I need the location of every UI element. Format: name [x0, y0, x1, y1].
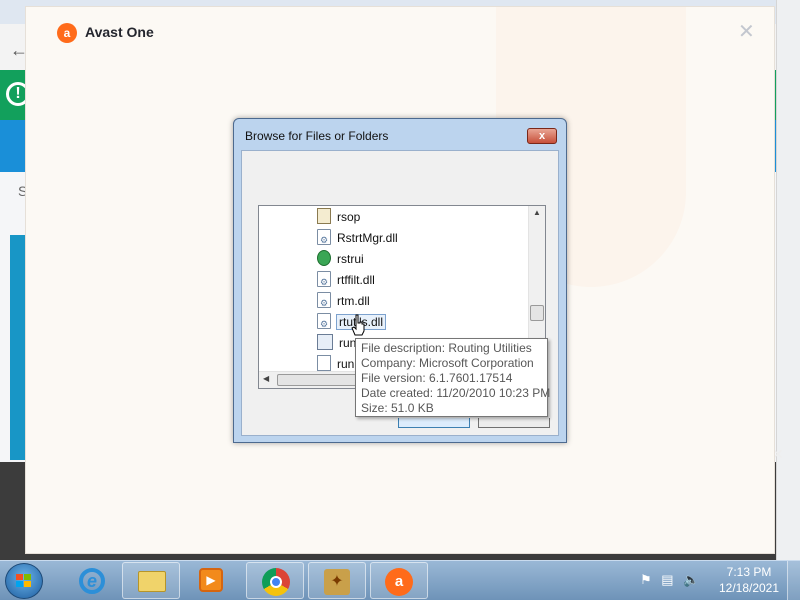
setup-icon: ✦ [324, 569, 350, 595]
close-icon[interactable]: ✕ [738, 19, 755, 44]
tree-item[interactable]: rstrui [317, 248, 364, 268]
file-tooltip: File description: Routing Utilities Comp… [355, 338, 551, 417]
dll-file-icon [317, 228, 331, 250]
app-title: Avast One [85, 24, 154, 40]
tree-item[interactable]: rtm.dll [317, 290, 370, 313]
chrome-icon [262, 568, 290, 596]
dialog-close-button[interactable]: x [527, 128, 557, 144]
network-icon[interactable]: ▤ [661, 572, 673, 587]
tree-item-label: run [339, 335, 357, 350]
taskbar-media-player[interactable]: ▶ [184, 562, 242, 599]
ok-button[interactable] [398, 418, 470, 428]
tooltip-size: Size: 51.0 KB [361, 401, 434, 415]
dll-file-icon [317, 312, 331, 334]
avast-logo-icon: a [57, 23, 77, 43]
scroll-up-icon[interactable]: ▲ [533, 208, 541, 217]
taskbar-internet-explorer[interactable]: e [60, 562, 118, 599]
tree-item[interactable]: run [317, 353, 354, 373]
tree-item[interactable]: rsop [317, 206, 360, 226]
system-restore-icon [317, 249, 331, 266]
page-side-panel [10, 235, 26, 460]
tree-item-label: rsop [337, 209, 361, 224]
scroll-thumb[interactable] [530, 305, 544, 321]
scroll-thumb[interactable] [277, 374, 367, 386]
scroll-left-icon[interactable]: ◀ [263, 374, 269, 383]
volume-icon[interactable]: 🔈 [683, 572, 699, 587]
tooltip-version: File version: 6.1.7601.17514 [361, 371, 513, 385]
tree-item-label: rstrui [337, 251, 364, 266]
clock-time: 7:13 PM [726, 565, 772, 579]
cancel-button[interactable] [478, 418, 550, 428]
tree-item-label: run [337, 356, 355, 371]
taskbar-avast[interactable]: a [370, 562, 428, 599]
tree-item[interactable]: RstrtMgr.dll [317, 227, 398, 250]
tree-item-label: RstrtMgr.dll [337, 230, 398, 245]
hand-cursor-icon [351, 314, 365, 336]
action-center-flag-icon[interactable]: ⚑ [640, 572, 652, 587]
avast-icon: a [385, 568, 413, 596]
taskbar-setup[interactable]: ✦ [308, 562, 366, 599]
tooltip-created: Date created: 11/20/2010 10:23 PM [361, 386, 551, 400]
tooltip-company: Company: Microsoft Corporation [361, 356, 534, 370]
internet-explorer-icon: e [79, 568, 105, 594]
system-tray: ⚑ ▤ 🔈 [640, 572, 705, 588]
windows-logo-icon [16, 574, 32, 588]
clock-date: 12/18/2021 [718, 581, 780, 595]
script-icon [317, 207, 331, 224]
executable-icon [317, 333, 333, 350]
clock[interactable]: 7:13 PM 12/18/2021 [714, 564, 784, 596]
tooltip-description: File description: Routing Utilities [361, 341, 532, 355]
folder-icon [138, 571, 166, 592]
taskbar-windows-explorer[interactable] [122, 562, 180, 599]
taskbar-chrome[interactable] [246, 562, 304, 599]
browser-scrollbar[interactable] [776, 0, 800, 560]
tree-item-label: rtm.dll [337, 293, 370, 308]
show-desktop-button[interactable] [787, 561, 800, 600]
tree-item[interactable]: rtffilt.dll [317, 269, 375, 292]
document-icon [317, 354, 331, 371]
start-button[interactable] [5, 563, 43, 599]
dialog-title: Browse for Files or Folders [245, 129, 389, 143]
tree-item-label: rtffilt.dll [337, 272, 375, 287]
media-player-icon: ▶ [199, 568, 223, 592]
dll-file-icon [317, 291, 331, 313]
dll-file-icon [317, 270, 331, 292]
